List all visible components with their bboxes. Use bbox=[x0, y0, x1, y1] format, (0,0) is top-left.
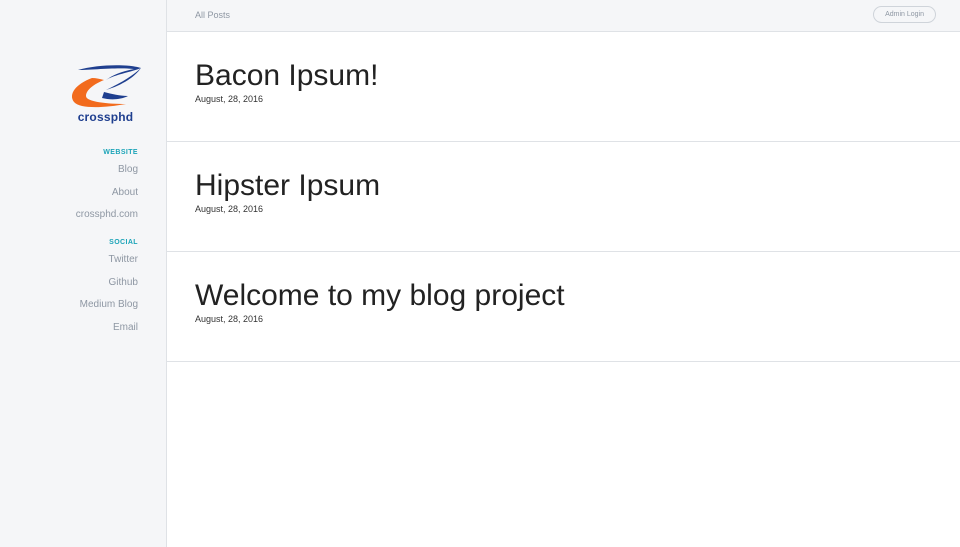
post-item[interactable]: Hipster Ipsum August, 28, 2016 bbox=[167, 142, 960, 252]
nav-website: WEBSITE Blog About crossphd.com bbox=[76, 146, 138, 227]
post-title[interactable]: Hipster Ipsum bbox=[195, 169, 380, 203]
sidebar-item-about[interactable]: About bbox=[76, 182, 138, 205]
sidebar-item-blog[interactable]: Blog bbox=[76, 159, 138, 182]
logo-text: crossphd bbox=[77, 110, 134, 124]
sidebar-item-medium-blog[interactable]: Medium Blog bbox=[80, 294, 138, 317]
nav-social: SOCIAL Twitter Github Medium Blog Email bbox=[80, 236, 138, 340]
sidebar-item-email[interactable]: Email bbox=[80, 317, 138, 340]
crossphd-swoosh-logo-icon bbox=[72, 65, 141, 108]
post-item[interactable]: Bacon Ipsum! August, 28, 2016 bbox=[167, 32, 960, 142]
nav-section-title-social: SOCIAL bbox=[109, 239, 138, 246]
sidebar-item-twitter[interactable]: Twitter bbox=[80, 249, 138, 272]
post-date: August, 28, 2016 bbox=[195, 94, 264, 104]
post-title[interactable]: Welcome to my blog project bbox=[195, 279, 565, 313]
post-list: Bacon Ipsum! August, 28, 2016 Hipster Ip… bbox=[167, 32, 960, 362]
site-logo[interactable]: crossphd bbox=[68, 64, 143, 126]
post-item[interactable]: Welcome to my blog project August, 28, 2… bbox=[167, 252, 960, 362]
top-bar: All Posts Admin Login bbox=[167, 0, 960, 32]
post-title[interactable]: Bacon Ipsum! bbox=[195, 59, 378, 93]
sidebar: crossphd WEBSITE Blog About crossphd.com… bbox=[0, 0, 167, 547]
post-date: August, 28, 2016 bbox=[195, 204, 264, 214]
post-date: August, 28, 2016 bbox=[195, 314, 264, 324]
sidebar-item-github[interactable]: Github bbox=[80, 272, 138, 295]
sidebar-item-crossphd-com[interactable]: crossphd.com bbox=[76, 204, 138, 227]
nav-section-title-website: WEBSITE bbox=[103, 149, 138, 156]
admin-login-button[interactable]: Admin Login bbox=[873, 6, 936, 23]
breadcrumb[interactable]: All Posts bbox=[195, 10, 230, 20]
